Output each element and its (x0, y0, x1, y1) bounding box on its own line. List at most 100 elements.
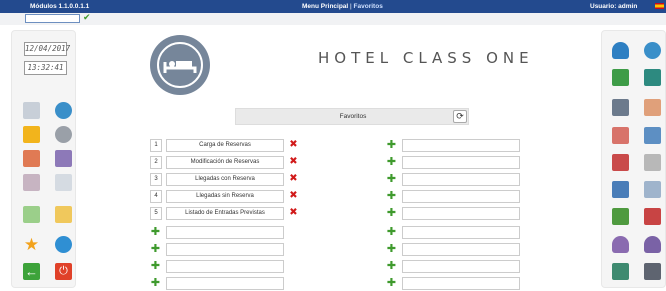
empty-favorite-field[interactable] (166, 260, 284, 273)
refresh-icon[interactable]: ⟳ (453, 110, 467, 123)
add-icon[interactable]: ✚ (386, 190, 397, 203)
empty-favorite-slot: ✚ (386, 243, 526, 256)
book-icon[interactable] (23, 102, 40, 119)
empty-favorite-field[interactable] (166, 243, 284, 256)
row-number: 5 (150, 207, 162, 220)
document-icon[interactable] (55, 174, 72, 191)
hotel-name: HOTEL CLASS ONE (318, 49, 534, 67)
favorite-link[interactable]: Llegadas sin Reserva (166, 190, 284, 203)
gears-icon[interactable] (55, 126, 72, 143)
add-icon[interactable]: ✚ (386, 156, 397, 169)
modules-label: Módulos 1.1.0.0.1.1 (30, 3, 90, 10)
remove-icon[interactable]: ✖ (288, 173, 299, 186)
user-purple-icon[interactable] (644, 236, 661, 253)
user-icon[interactable] (612, 42, 629, 59)
people-icon[interactable] (612, 99, 629, 116)
favorite-row: 4 Llegadas sin Reserva ✖ (150, 190, 300, 203)
empty-favorite-field[interactable] (402, 173, 520, 186)
pencil-icon[interactable] (23, 206, 40, 223)
row-number: 2 (150, 156, 162, 169)
remove-icon[interactable]: ✖ (288, 139, 299, 152)
sub-bar (0, 13, 666, 25)
current-page: Favoritos (353, 3, 383, 10)
empty-favorite-field[interactable] (402, 207, 520, 220)
empty-favorite-slot: ✚ (386, 226, 526, 239)
empty-favorite-slot: ✚ (386, 207, 526, 220)
top-bar: Módulos 1.1.0.0.1.1 Menu Principal | Fav… (0, 0, 666, 13)
empty-favorite-field[interactable] (166, 277, 284, 290)
remove-icon[interactable]: ✖ (288, 207, 299, 220)
add-icon[interactable]: ✚ (150, 243, 161, 256)
empty-favorite-slot: ✚ (150, 260, 290, 273)
date-display: 12/04/2017 (24, 42, 70, 56)
favorites-title: Favoritos (339, 113, 367, 120)
empty-favorite-field[interactable] (402, 243, 520, 256)
menu-principal-link[interactable]: Menu Principal (302, 3, 348, 10)
module-search-input[interactable] (25, 14, 80, 23)
language-flag-icon[interactable] (655, 3, 664, 9)
printer-icon[interactable] (644, 263, 661, 280)
favorite-link[interactable]: Carga de Reservas (166, 139, 284, 152)
calendar-search-icon[interactable] (644, 154, 661, 171)
add-icon[interactable]: ✚ (386, 260, 397, 273)
money-icon[interactable] (612, 69, 629, 86)
favorite-link[interactable]: Llegadas con Reserva (166, 173, 284, 186)
folder-icon[interactable] (23, 126, 40, 143)
lock-icon[interactable] (55, 206, 72, 223)
add-icon[interactable]: ✚ (150, 277, 161, 290)
add-icon[interactable]: ✚ (386, 139, 397, 152)
favorite-row: 5 Listado de Entradas Previstas ✖ (150, 207, 300, 220)
clock-icon[interactable] (644, 42, 661, 59)
power-icon[interactable]: ⏻ (55, 263, 72, 280)
check-icon[interactable]: ✔ (83, 12, 91, 23)
empty-favorite-field[interactable] (402, 226, 520, 239)
empty-favorite-field[interactable] (402, 260, 520, 273)
calendar-icon[interactable] (644, 99, 661, 116)
add-icon[interactable]: ✚ (386, 207, 397, 220)
empty-favorite-slot: ✚ (386, 277, 526, 290)
favorite-link[interactable]: Listado de Entradas Previstas (166, 207, 284, 220)
empty-favorite-slot: ✚ (150, 277, 290, 290)
bed-icon[interactable] (55, 150, 72, 167)
user-purple-icon[interactable] (612, 236, 629, 253)
document-icon[interactable] (644, 181, 661, 198)
exit-icon[interactable]: ← (23, 263, 40, 280)
empty-favorite-field[interactable] (166, 226, 284, 239)
empty-favorite-field[interactable] (402, 156, 520, 169)
time-display: 13:32:41 (24, 61, 67, 75)
add-icon[interactable]: ✚ (386, 173, 397, 186)
network-icon[interactable] (644, 69, 661, 86)
add-icon[interactable]: ✚ (150, 260, 161, 273)
star-icon[interactable]: ★ (23, 236, 40, 253)
calendar-edit-icon[interactable] (644, 127, 661, 144)
remove-icon[interactable]: ✖ (288, 156, 299, 169)
empty-favorite-field[interactable] (402, 190, 520, 203)
empty-favorite-slot: ✚ (150, 226, 290, 239)
add-icon[interactable]: ✚ (150, 226, 161, 239)
globe-icon[interactable] (55, 102, 72, 119)
row-number: 3 (150, 173, 162, 186)
favorite-row: 2 Modificación de Reservas ✖ (150, 156, 300, 169)
calendar-edit-icon[interactable] (23, 150, 40, 167)
remove-icon[interactable]: ✖ (288, 190, 299, 203)
add-icon[interactable]: ✚ (386, 243, 397, 256)
row-number: 1 (150, 139, 162, 152)
empty-favorite-slot: ✚ (150, 243, 290, 256)
calendar-edit-icon[interactable] (612, 154, 629, 171)
door-exit-icon[interactable] (644, 208, 661, 225)
empty-favorite-field[interactable] (402, 277, 520, 290)
cash-register-icon[interactable] (612, 263, 629, 280)
calendar-grid-icon[interactable] (23, 174, 40, 191)
favorite-row: 1 Carga de Reservas ✖ (150, 139, 300, 152)
calendar-check-icon[interactable] (612, 181, 629, 198)
clock-icon[interactable] (55, 236, 72, 253)
hotel-logo (150, 35, 210, 95)
empty-favorite-field[interactable] (402, 139, 520, 152)
favorites-header: Favoritos ⟳ (235, 108, 469, 125)
calendar-edit-icon[interactable] (612, 127, 629, 144)
door-enter-icon[interactable] (612, 208, 629, 225)
add-icon[interactable]: ✚ (386, 226, 397, 239)
add-icon[interactable]: ✚ (386, 277, 397, 290)
favorite-link[interactable]: Modificación de Reservas (166, 156, 284, 169)
breadcrumb: Menu Principal | Favoritos (302, 3, 383, 10)
